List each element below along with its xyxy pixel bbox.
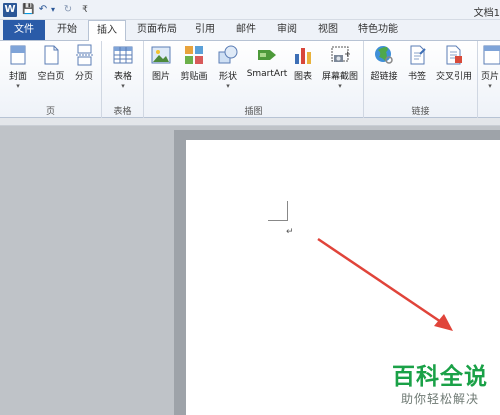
watermark-title: 百科全说 bbox=[392, 364, 488, 390]
chart-button[interactable]: 图表 bbox=[291, 44, 315, 82]
tab-mailings[interactable]: 邮件 bbox=[228, 20, 264, 40]
picture-label: 图片 bbox=[151, 72, 170, 82]
hyperlink-globe-icon bbox=[375, 46, 393, 64]
smartart-icon bbox=[258, 50, 276, 60]
header-label: 页片 bbox=[480, 72, 499, 82]
clipart-icon bbox=[185, 46, 203, 64]
shapes-dropdown-icon: ▾ bbox=[226, 82, 230, 90]
screenshot-icon bbox=[331, 46, 350, 62]
shapes-button[interactable]: 形状 ▾ bbox=[214, 44, 242, 90]
smartart-label: SmartArt bbox=[246, 69, 288, 79]
page-break-icon bbox=[76, 44, 93, 66]
tab-home[interactable]: 开始 bbox=[50, 20, 84, 40]
save-icon[interactable]: 💾 bbox=[22, 3, 34, 17]
tab-view[interactable]: 视图 bbox=[310, 20, 346, 40]
undo-icon[interactable]: ↶ bbox=[38, 3, 48, 17]
group-illustrations-label: 插图 bbox=[244, 107, 263, 117]
table-button[interactable]: 表格 ▾ bbox=[109, 44, 137, 90]
tab-review[interactable]: 审阅 bbox=[269, 20, 305, 40]
tab-file[interactable]: 文件 bbox=[3, 20, 45, 40]
hyperlink-button[interactable]: 超链接 bbox=[368, 44, 400, 82]
picture-icon bbox=[151, 46, 171, 64]
table-icon bbox=[113, 46, 133, 64]
chart-label: 图表 bbox=[293, 72, 312, 82]
screenshot-dropdown-icon: ▾ bbox=[338, 82, 342, 90]
table-dropdown-icon: ▾ bbox=[121, 82, 125, 90]
document-workspace[interactable]: ↵ 百科全说 助你轻松解决 bbox=[0, 126, 500, 415]
cross-reference-label: 交叉引用 bbox=[435, 72, 472, 82]
cover-page-icon bbox=[10, 45, 26, 65]
chart-icon bbox=[295, 48, 311, 64]
bookmark-button[interactable]: 书签 bbox=[404, 44, 430, 82]
cover-dropdown-icon: ▾ bbox=[16, 82, 20, 90]
page-break-label: 分页 bbox=[74, 72, 93, 82]
tab-page-layout[interactable]: 页面布局 bbox=[131, 20, 183, 40]
cover-button[interactable]: 封面 ▾ bbox=[4, 44, 32, 90]
ribbon: 封面 ▾ 空白页 分页 页 表格 ▾ 表格 图片 剪贴画 形状 ▾ SmartA… bbox=[0, 40, 500, 119]
watermark: 百科全说 助你轻松解决 bbox=[392, 363, 488, 407]
group-illustrations: 图片 剪贴画 形状 ▾ SmartArt 图表 屏幕截图 ▾ 插图 bbox=[144, 41, 364, 119]
header-dropdown-icon: ▾ bbox=[488, 82, 492, 90]
screenshot-label: 屏幕截图 bbox=[321, 72, 358, 82]
group-tables-label: 表格 bbox=[113, 107, 132, 117]
picture-button[interactable]: 图片 bbox=[148, 44, 174, 82]
document-title: 文档1 bbox=[473, 8, 500, 19]
group-links-label: 链接 bbox=[411, 107, 430, 117]
shapes-label: 形状 bbox=[218, 72, 237, 82]
word-app-icon[interactable]: W bbox=[3, 3, 17, 17]
group-header-footer: 页片 ▾ bbox=[478, 41, 500, 119]
undo-dropdown-icon[interactable]: ▾ bbox=[49, 3, 57, 17]
page-break-button[interactable]: 分页 bbox=[70, 44, 98, 82]
header-icon bbox=[483, 45, 500, 65]
bookmark-label: 书签 bbox=[407, 72, 426, 82]
tab-references[interactable]: 引用 bbox=[187, 20, 223, 40]
bookmark-icon bbox=[410, 45, 426, 65]
cover-label: 封面 bbox=[8, 72, 27, 82]
clipart-button[interactable]: 剪贴画 bbox=[177, 44, 211, 82]
blank-page-label: 空白页 bbox=[37, 72, 65, 82]
header-button[interactable]: 页片 ▾ bbox=[480, 44, 500, 90]
blank-page-icon bbox=[44, 45, 59, 65]
hyperlink-label: 超链接 bbox=[370, 72, 398, 82]
cross-reference-button[interactable]: 交叉引用 bbox=[432, 44, 476, 82]
group-pages-label: 页 bbox=[45, 107, 55, 117]
customize-qat-icon[interactable]: ₹ bbox=[80, 3, 90, 17]
tab-special-features[interactable]: 特色功能 bbox=[350, 20, 406, 40]
watermark-subtitle: 助你轻松解决 bbox=[400, 392, 479, 406]
cross-reference-icon bbox=[446, 45, 462, 65]
quick-access-toolbar: W 💾 ↶ ▾ ↻ ₹ 文档1 bbox=[0, 0, 500, 20]
smartart-button[interactable]: SmartArt bbox=[245, 44, 289, 79]
screenshot-button[interactable]: 屏幕截图 ▾ bbox=[318, 44, 362, 90]
blank-page-button[interactable]: 空白页 bbox=[34, 44, 68, 82]
table-label: 表格 bbox=[113, 72, 132, 82]
group-links: 超链接 书签 交叉引用 链接 bbox=[364, 41, 478, 119]
group-tables: 表格 ▾ 表格 bbox=[102, 41, 144, 119]
ribbon-tabs: 文件 开始 插入 页面布局 引用 邮件 审阅 视图 特色功能 bbox=[0, 20, 500, 41]
group-pages: 封面 ▾ 空白页 分页 页 bbox=[0, 41, 102, 119]
ruler-strip bbox=[0, 118, 500, 126]
shapes-icon bbox=[218, 45, 238, 64]
clipart-label: 剪贴画 bbox=[180, 72, 208, 82]
redo-icon[interactable]: ↻ bbox=[63, 3, 73, 17]
tab-insert[interactable]: 插入 bbox=[88, 20, 126, 41]
